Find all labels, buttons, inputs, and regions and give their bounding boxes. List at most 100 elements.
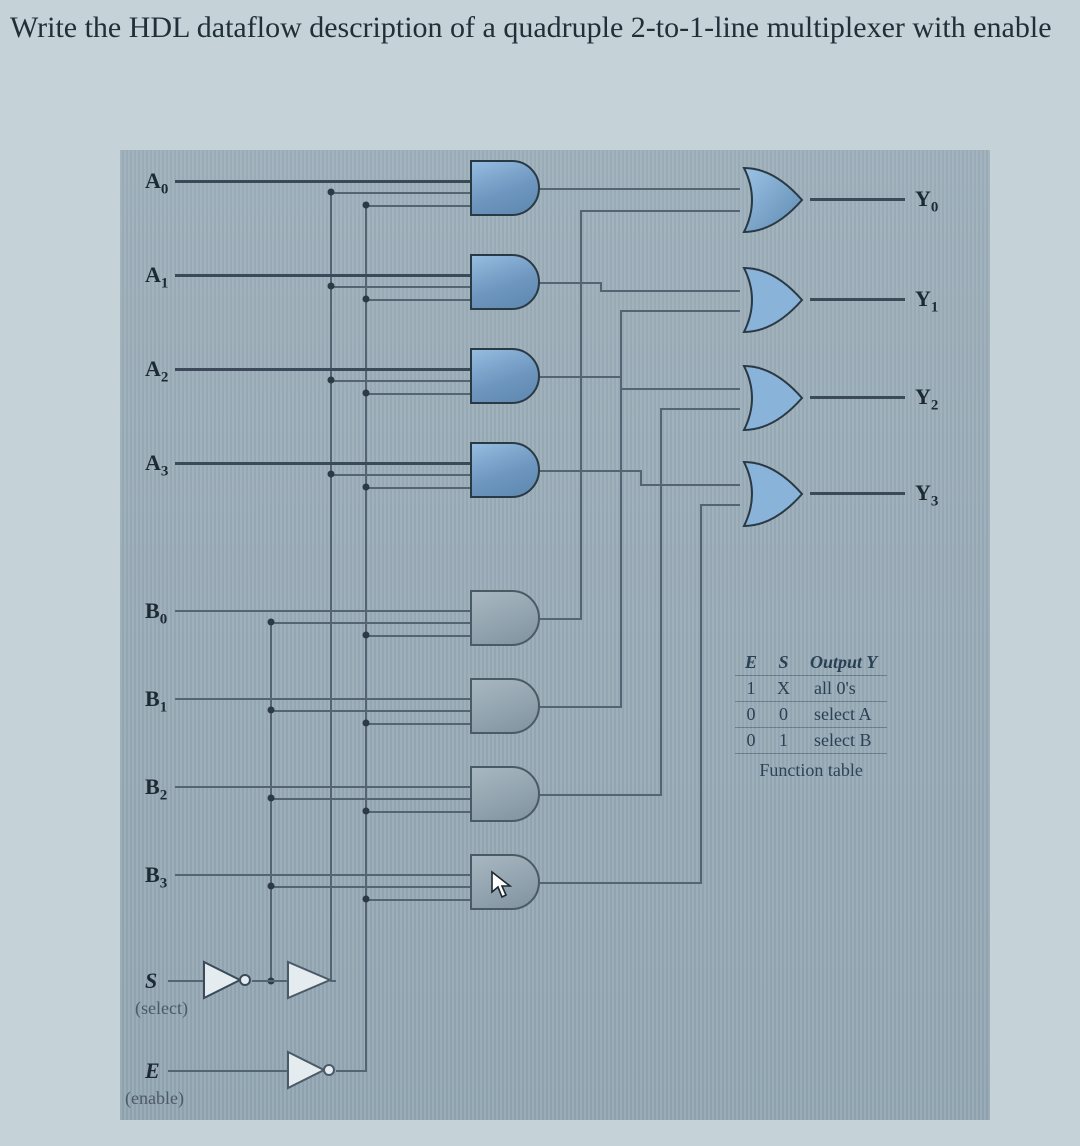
junction-dot bbox=[268, 795, 275, 802]
wire-s-out bbox=[330, 980, 336, 982]
output-y2-label: Y2 bbox=[915, 384, 938, 414]
wire-a3-sn bbox=[330, 474, 470, 476]
input-a2-label: A2 bbox=[145, 356, 168, 386]
table-row: 1 X all 0's bbox=[735, 676, 887, 702]
junction-dot bbox=[363, 632, 370, 639]
cell: 1 bbox=[735, 676, 767, 702]
cell: 0 bbox=[767, 702, 800, 728]
input-e-label: E bbox=[145, 1058, 160, 1084]
wire-b0 bbox=[175, 610, 475, 612]
wire-a0-out bbox=[540, 188, 740, 190]
junction-dot bbox=[363, 390, 370, 397]
th-e: E bbox=[735, 650, 767, 676]
wire-a2-out2 bbox=[620, 388, 740, 390]
and-b0-gate bbox=[470, 590, 540, 646]
junction-dot bbox=[363, 896, 370, 903]
input-s-label: S bbox=[145, 968, 157, 994]
wire-a2 bbox=[175, 368, 475, 371]
wire-b0-s bbox=[270, 622, 470, 624]
and-b3-gate bbox=[470, 854, 540, 910]
input-b3-label: B3 bbox=[145, 862, 167, 892]
wire-y2 bbox=[810, 396, 905, 399]
input-b1-label: B1 bbox=[145, 686, 167, 716]
wire-a1-sn bbox=[330, 286, 470, 288]
junction-dot bbox=[328, 189, 335, 196]
wire-a1 bbox=[175, 274, 475, 277]
cell: 0 bbox=[735, 728, 767, 754]
wire-b1-s bbox=[270, 710, 470, 712]
and-a1-gate bbox=[470, 254, 540, 310]
wire-a0 bbox=[175, 180, 475, 183]
wire-b0-out bbox=[540, 618, 580, 620]
not-s-gate bbox=[202, 960, 254, 1000]
wire-en-rail bbox=[365, 205, 367, 1072]
wire-a1-out2 bbox=[600, 290, 740, 292]
wire-s-mid bbox=[252, 980, 288, 982]
and-a0-gate bbox=[470, 160, 540, 216]
wire-b1-out2 bbox=[620, 310, 740, 312]
cell: all 0's bbox=[800, 676, 887, 702]
junction-dot bbox=[363, 808, 370, 815]
wire-s-in bbox=[168, 980, 204, 982]
table-caption: Function table bbox=[735, 754, 887, 781]
wire-a1-en bbox=[365, 299, 470, 301]
junction-dot bbox=[328, 283, 335, 290]
wire-a2-en bbox=[365, 393, 470, 395]
cell: select A bbox=[800, 702, 887, 728]
output-y0-label: Y0 bbox=[915, 186, 938, 216]
junction-dot bbox=[328, 377, 335, 384]
wire-b1-en bbox=[365, 723, 470, 725]
input-b2-label: B2 bbox=[145, 774, 167, 804]
function-table: E S Output Y 1 X all 0's 0 0 select A bbox=[735, 650, 887, 781]
cell: 1 bbox=[767, 728, 800, 754]
wire-b1 bbox=[175, 698, 475, 700]
wire-b2-out2 bbox=[660, 408, 740, 410]
wire-y1 bbox=[810, 298, 905, 301]
output-y1-label: Y1 bbox=[915, 286, 938, 316]
wire-b3-out2 bbox=[700, 504, 740, 506]
cell: select B bbox=[800, 728, 887, 754]
and-b1-gate bbox=[470, 678, 540, 734]
input-a3-label: A3 bbox=[145, 450, 168, 480]
wire-b2 bbox=[175, 786, 475, 788]
junction-dot bbox=[328, 471, 335, 478]
or-y2-gate bbox=[740, 364, 818, 432]
wire-b3 bbox=[175, 874, 475, 876]
not-e-gate bbox=[286, 1050, 338, 1090]
and-b2-gate bbox=[470, 766, 540, 822]
wire-b0-v bbox=[580, 210, 582, 620]
wire-b3-v bbox=[700, 504, 702, 884]
th-s: S bbox=[767, 650, 800, 676]
junction-dot bbox=[363, 484, 370, 491]
cell: X bbox=[767, 676, 800, 702]
wire-a0-en bbox=[365, 205, 470, 207]
input-a0-label: A0 bbox=[145, 168, 168, 198]
wire-b2-v bbox=[660, 408, 662, 796]
wire-b3-en bbox=[365, 899, 470, 901]
cell: 0 bbox=[735, 702, 767, 728]
or-y1-gate bbox=[740, 266, 818, 334]
wire-b3-s bbox=[270, 886, 470, 888]
wire-e-out bbox=[336, 1070, 367, 1072]
junction-dot bbox=[268, 707, 275, 714]
wire-b2-out bbox=[540, 794, 660, 796]
wire-a3-out bbox=[540, 470, 640, 472]
output-y3-label: Y3 bbox=[915, 480, 938, 510]
or-y3-gate bbox=[740, 460, 818, 528]
wire-e-in bbox=[168, 1070, 288, 1072]
wire-a3 bbox=[175, 462, 475, 465]
enable-aux-label: (enable) bbox=[125, 1088, 184, 1109]
wire-b2-en bbox=[365, 811, 470, 813]
wire-b3-out bbox=[540, 882, 700, 884]
question-text: Write the HDL dataflow description of a … bbox=[10, 6, 1070, 50]
junction-dot bbox=[363, 720, 370, 727]
junction-dot bbox=[363, 296, 370, 303]
wire-b1-out bbox=[540, 706, 620, 708]
wire-a1-out bbox=[540, 282, 600, 284]
junction-dot bbox=[268, 883, 275, 890]
table-row: 0 1 select B bbox=[735, 728, 887, 754]
input-a1-label: A1 bbox=[145, 262, 168, 292]
wire-sn-rail bbox=[330, 190, 332, 982]
or-y0-gate bbox=[740, 166, 818, 234]
wire-a3-out2 bbox=[640, 484, 740, 486]
